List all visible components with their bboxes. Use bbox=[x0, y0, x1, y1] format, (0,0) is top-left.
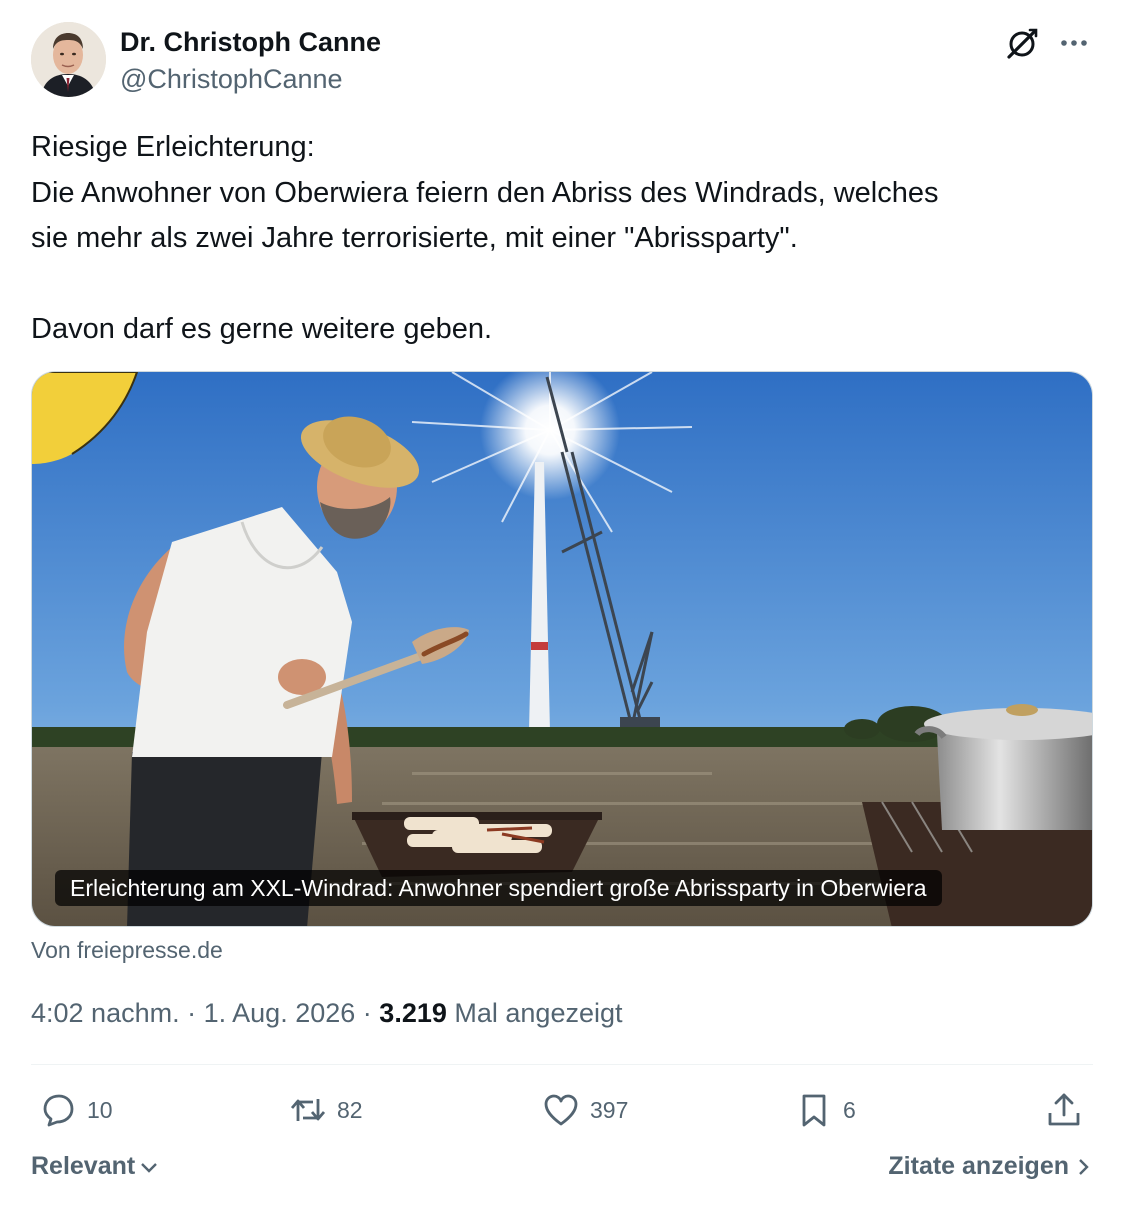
views-count: 3.219 bbox=[379, 998, 447, 1028]
divider bbox=[31, 1064, 1093, 1065]
quotes-label: Zitate anzeigen bbox=[888, 1152, 1069, 1180]
tweet-line: sie mehr als zwei Jahre terrorisierte, m… bbox=[31, 222, 798, 254]
tweet-header: Dr. Christoph Canne @ChristophCanne bbox=[31, 22, 1093, 102]
reply-count: 10 bbox=[87, 1096, 113, 1123]
action-bar: 10 82 397 6 bbox=[31, 1088, 1093, 1132]
tweet-line: Riesige Erleichterung: bbox=[31, 131, 315, 163]
tweet-line: Die Anwohner von Oberwiera feiern den Ab… bbox=[31, 176, 939, 209]
like-button[interactable]: 397 bbox=[542, 1088, 628, 1132]
like-count: 397 bbox=[590, 1096, 629, 1123]
repost-count: 82 bbox=[337, 1096, 363, 1123]
author-name[interactable]: Dr. Christoph Canne bbox=[120, 27, 381, 58]
bookmark-button[interactable]: 6 bbox=[795, 1088, 856, 1132]
tweet-text: Riesige Erleichterung: Die Anwohner von … bbox=[31, 125, 1093, 353]
chevron-down-icon bbox=[141, 1162, 158, 1173]
article-image bbox=[32, 372, 1092, 926]
link-source[interactable]: Von freiepresse.de bbox=[31, 937, 223, 964]
author-avatar[interactable] bbox=[31, 22, 106, 97]
bookmark-count: 6 bbox=[843, 1096, 856, 1123]
views-label: Mal angezeigt bbox=[454, 998, 623, 1028]
link-card[interactable]: Erleichterung am XXL-Windrad: Anwohner s… bbox=[31, 371, 1093, 927]
tweet-line: Davon darf es gerne weitere geben. bbox=[31, 313, 493, 345]
tweet-time[interactable]: 4:02 nachm. bbox=[31, 998, 180, 1028]
meta-separator: · bbox=[187, 998, 197, 1028]
reply-icon bbox=[43, 1094, 74, 1127]
grok-icon[interactable] bbox=[1003, 24, 1041, 62]
sort-label: Relevant bbox=[31, 1152, 136, 1180]
repost-button[interactable]: 82 bbox=[289, 1088, 363, 1132]
author-handle[interactable]: @ChristophCanne bbox=[120, 64, 343, 95]
chevron-right-icon bbox=[1079, 1158, 1089, 1175]
link-card-caption: Erleichterung am XXL-Windrad: Anwohner s… bbox=[55, 870, 942, 906]
tweet-date[interactable]: 1. Aug. 2026 bbox=[204, 998, 356, 1028]
bookmark-icon bbox=[802, 1094, 826, 1127]
share-button[interactable] bbox=[1045, 1088, 1083, 1132]
repost-icon bbox=[290, 1099, 326, 1121]
reply-button[interactable]: 10 bbox=[39, 1088, 113, 1132]
view-quotes-link[interactable]: Zitate anzeigen bbox=[888, 1152, 1093, 1181]
heart-icon bbox=[544, 1094, 578, 1126]
share-icon bbox=[1048, 1093, 1080, 1126]
more-options-icon[interactable] bbox=[1055, 24, 1093, 62]
tweet-meta: 4:02 nachm. · 1. Aug. 2026 · 3.219 Mal a… bbox=[31, 998, 623, 1029]
sort-replies-dropdown[interactable]: Relevant bbox=[31, 1152, 159, 1181]
meta-separator: · bbox=[362, 998, 372, 1028]
